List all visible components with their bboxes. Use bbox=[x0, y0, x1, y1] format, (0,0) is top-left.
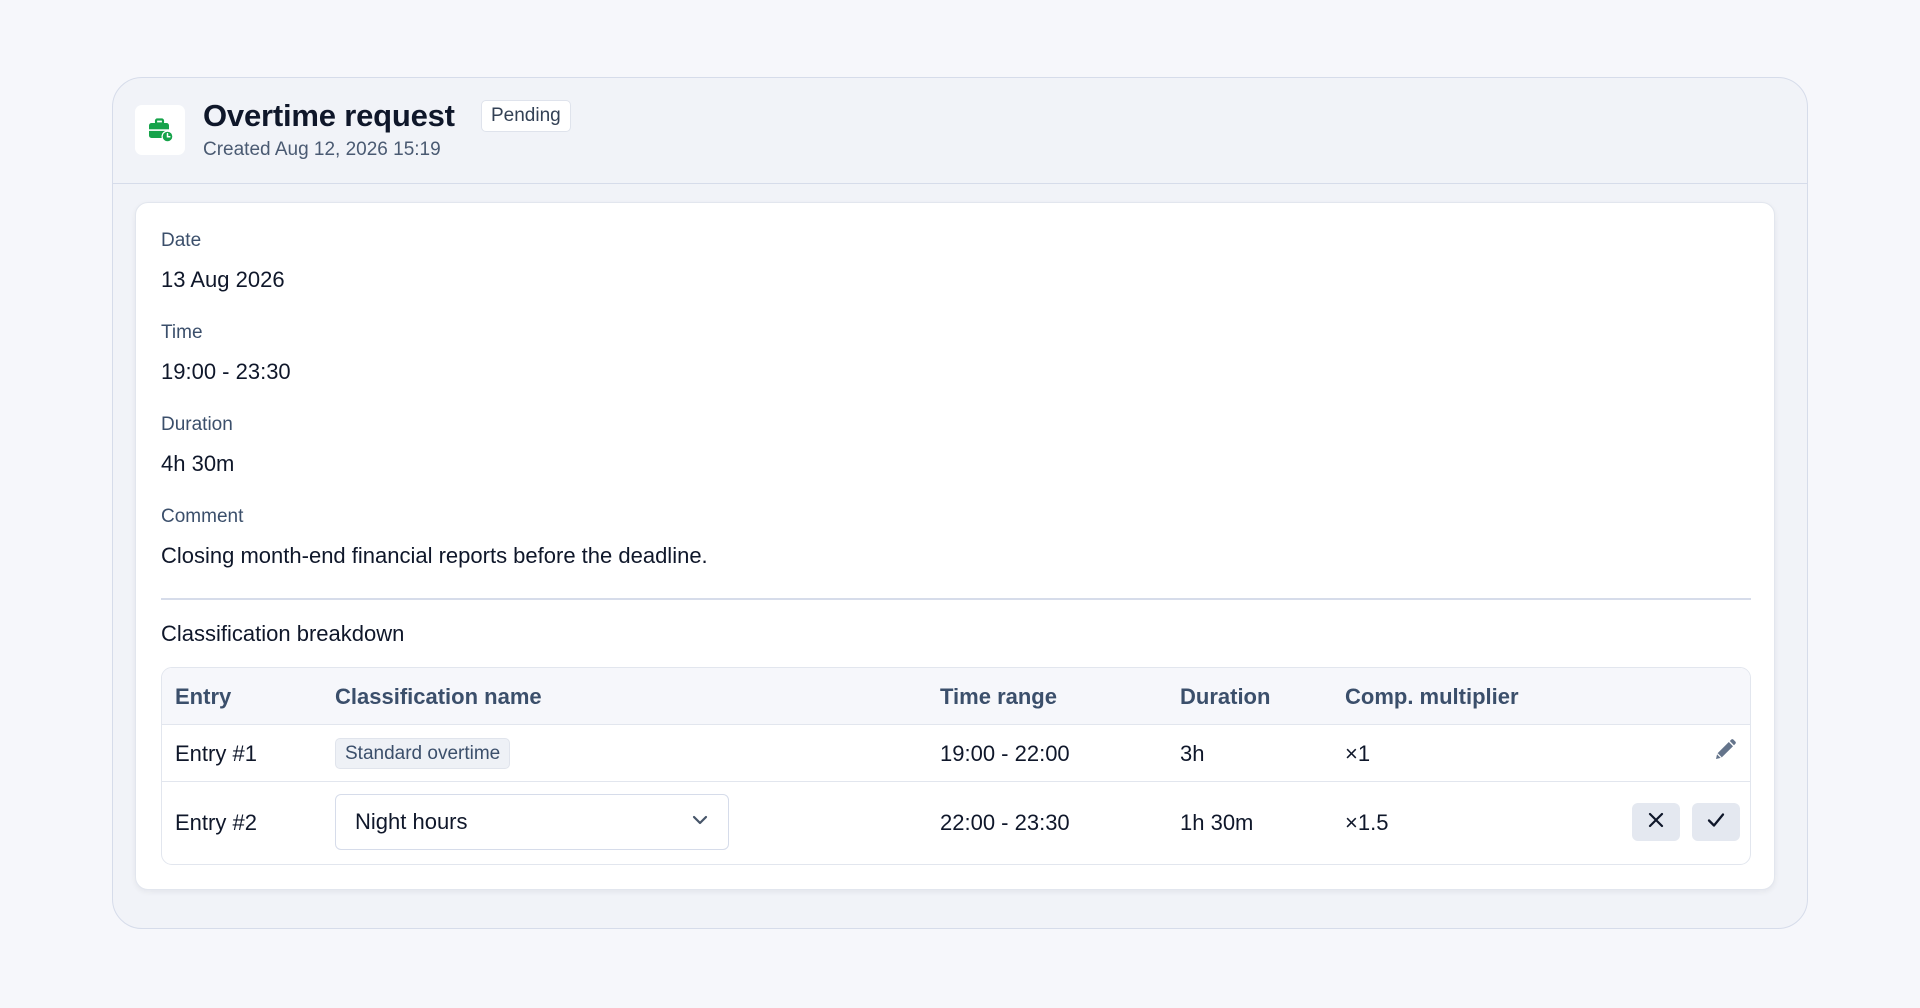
pencil-icon bbox=[1713, 738, 1737, 767]
column-header-multiplier: Comp. multiplier bbox=[1345, 684, 1519, 709]
column-header-duration: Duration bbox=[1180, 684, 1271, 709]
created-timestamp: Created Aug 12, 2026 15:19 bbox=[203, 139, 441, 160]
date-value: 13 Aug 2026 bbox=[161, 267, 285, 292]
classification-select-value: Night hours bbox=[355, 809, 468, 834]
table-row: Entry #1 Standard overtime 19:00 - 22:00… bbox=[162, 725, 1750, 782]
column-header-entry: Entry bbox=[175, 684, 232, 709]
date-label: Date bbox=[161, 230, 202, 251]
duration-cell: 1h 30m bbox=[1180, 810, 1254, 835]
multiplier-cell: ×1 bbox=[1345, 741, 1371, 766]
entry-cell: Entry #2 bbox=[175, 810, 257, 835]
chevron-down-icon bbox=[690, 810, 710, 835]
request-details-panel: Date 13 Aug 2026 Time 19:00 - 23:30 Dura… bbox=[135, 202, 1775, 890]
check-icon bbox=[1706, 810, 1726, 835]
cancel-edit-button[interactable] bbox=[1632, 803, 1680, 841]
confirm-edit-button[interactable] bbox=[1692, 803, 1740, 841]
section-title: Classification breakdown bbox=[161, 621, 405, 646]
overtime-request-card: Overtime request Pending Created Aug 12,… bbox=[112, 77, 1808, 929]
duration-label: Duration bbox=[161, 414, 233, 435]
entry-cell: Entry #1 bbox=[175, 741, 257, 766]
duration-cell: 3h bbox=[1180, 741, 1205, 766]
time-label: Time bbox=[161, 322, 203, 343]
card-header: Overtime request Pending Created Aug 12,… bbox=[113, 78, 1807, 184]
table-row: Entry #2 Night hours 22:00 - 23:30 1h 30… bbox=[162, 782, 1750, 864]
status-badge: Pending bbox=[481, 100, 571, 132]
divider bbox=[161, 598, 1751, 600]
edit-entry-button[interactable] bbox=[1710, 737, 1740, 767]
time-value: 19:00 - 23:30 bbox=[161, 359, 291, 384]
column-header-classification: Classification name bbox=[335, 684, 542, 709]
close-icon bbox=[1647, 811, 1665, 834]
classification-table: Entry Classification name Time range Dur… bbox=[161, 667, 1751, 865]
classification-select[interactable]: Night hours bbox=[335, 794, 729, 850]
classification-tag: Standard overtime bbox=[335, 738, 511, 769]
comment-value: Closing month-end financial reports befo… bbox=[161, 543, 708, 568]
page-title: Overtime request bbox=[203, 98, 455, 133]
briefcase-clock-icon bbox=[135, 105, 185, 155]
time-range-cell: 22:00 - 23:30 bbox=[940, 810, 1070, 835]
multiplier-cell: ×1.5 bbox=[1345, 810, 1389, 835]
column-header-time-range: Time range bbox=[940, 684, 1057, 709]
table-header: Entry Classification name Time range Dur… bbox=[162, 668, 1750, 725]
duration-value: 4h 30m bbox=[161, 451, 235, 476]
comment-label: Comment bbox=[161, 506, 244, 527]
time-range-cell: 19:00 - 22:00 bbox=[940, 741, 1070, 766]
